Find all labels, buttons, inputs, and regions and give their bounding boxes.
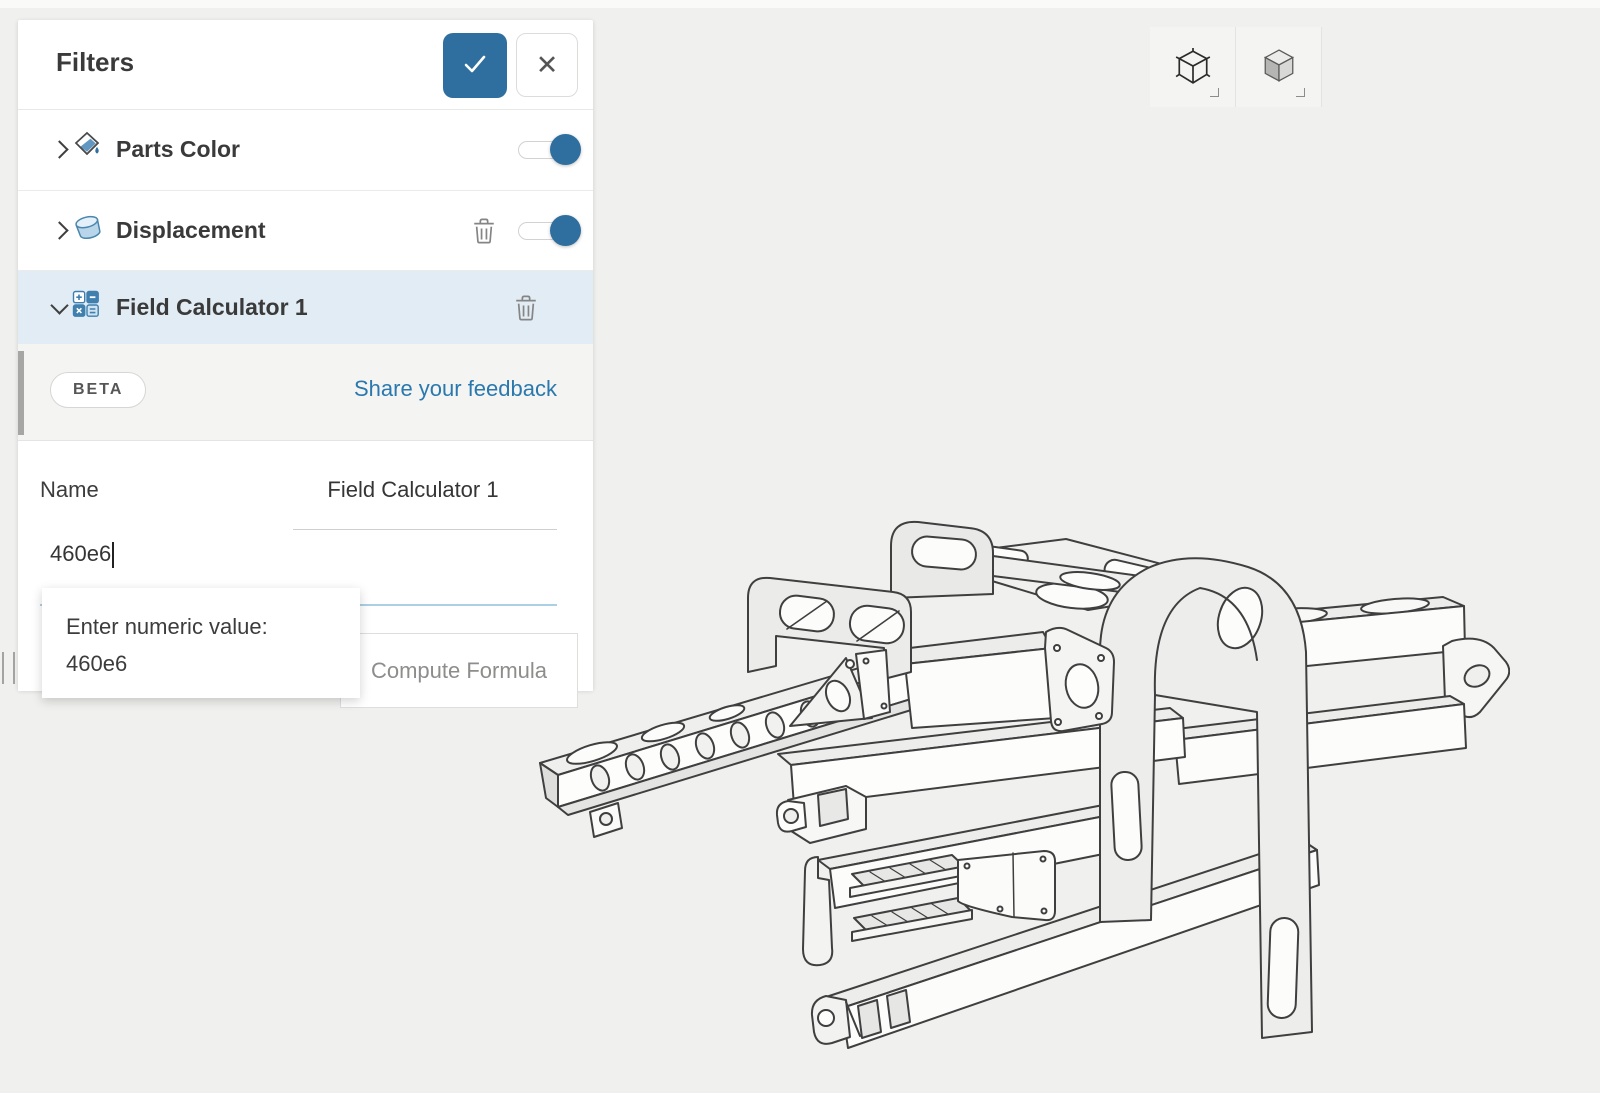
- chevron-down-icon[interactable]: [50, 296, 69, 315]
- formula-suggestion-tooltip[interactable]: Enter numeric value: 460e6: [42, 588, 360, 698]
- name-label: Name: [40, 477, 99, 502]
- delete-displacement-icon[interactable]: [473, 218, 495, 249]
- chevron-right-icon[interactable]: [50, 140, 69, 159]
- shaded-cube-icon: [1262, 48, 1296, 87]
- dropdown-corner-mark: [1210, 88, 1219, 97]
- parts-color-toggle[interactable]: [518, 134, 581, 165]
- check-icon: [461, 53, 489, 78]
- dropdown-corner-mark: [1296, 88, 1305, 97]
- wireframe-cube-icon: [1175, 47, 1211, 88]
- paint-bucket-icon: [72, 130, 102, 165]
- toggle-knob: [550, 134, 581, 165]
- panel-resize-handle[interactable]: [2, 652, 15, 684]
- close-filters-button[interactable]: ✕: [516, 33, 578, 97]
- viewport-toolbar: [1150, 27, 1322, 107]
- scrollbar-thumb[interactable]: [18, 351, 24, 435]
- beta-badge: BETA: [50, 372, 147, 408]
- page-title: Filters: [56, 47, 135, 77]
- toggle-knob: [550, 215, 581, 246]
- 3d-model-viewport[interactable]: [520, 430, 1510, 1090]
- close-icon: ✕: [535, 49, 559, 80]
- filter-row-label: Parts Color: [116, 136, 240, 162]
- tooltip-line-1: Enter numeric value:: [66, 614, 268, 639]
- delete-field-calculator-icon[interactable]: [515, 295, 537, 326]
- name-input[interactable]: Field Calculator 1: [268, 477, 558, 503]
- name-input-underline: [293, 529, 557, 530]
- filter-row-field-calculator[interactable]: Field Calculator 1: [18, 271, 593, 344]
- compute-formula-button[interactable]: Compute Formula: [340, 633, 578, 708]
- chevron-right-icon[interactable]: [50, 221, 69, 240]
- beta-section: BETA Share your feedback: [18, 344, 593, 441]
- filter-row-label: Field Calculator 1: [116, 294, 308, 320]
- formula-input[interactable]: 460e6: [50, 541, 115, 569]
- displacement-toggle[interactable]: [518, 215, 581, 246]
- filter-row-label: Displacement: [116, 217, 266, 243]
- filter-row-parts-color[interactable]: Parts Color: [18, 110, 593, 191]
- filter-row-displacement[interactable]: Displacement: [18, 191, 593, 271]
- shaded-view-button[interactable]: [1236, 27, 1322, 107]
- cylinder-icon: [72, 212, 104, 247]
- tooltip-line-2: 460e6: [66, 651, 128, 676]
- share-feedback-link[interactable]: Share your feedback: [354, 376, 557, 402]
- top-band: [0, 0, 1600, 8]
- text-caret: [112, 542, 115, 569]
- wireframe-view-button[interactable]: [1150, 27, 1236, 107]
- apply-filters-button[interactable]: [443, 33, 507, 98]
- calculator-icon: [72, 290, 100, 323]
- j-hook: [802, 856, 834, 967]
- filters-panel-header: Filters ✕: [18, 20, 593, 110]
